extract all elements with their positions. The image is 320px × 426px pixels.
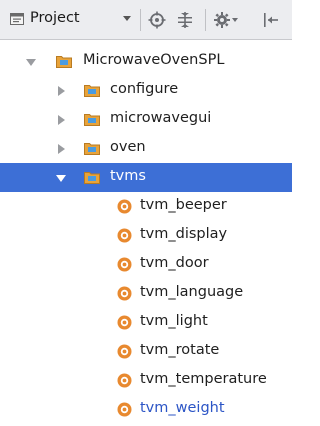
tree-node-file[interactable]: tvm_weight xyxy=(0,395,292,424)
toolbar-separator xyxy=(205,9,206,31)
class-o-icon xyxy=(117,286,132,301)
tree-node-root[interactable]: MicrowaveOvenSPL xyxy=(0,47,292,76)
collapse-arrow-icon[interactable] xyxy=(58,115,65,125)
tree-node-file[interactable]: tvm_rotate xyxy=(0,337,292,366)
tree-node-folder[interactable]: microwavegui xyxy=(0,105,292,134)
tree-node-label: tvm_language xyxy=(140,284,244,300)
collapse-arrow-icon[interactable] xyxy=(58,144,65,154)
settings-gear-icon[interactable] xyxy=(213,11,238,29)
tree-node-file[interactable]: tvm_door xyxy=(0,250,292,279)
tree-node-label: configure xyxy=(110,81,179,97)
tree-node-label: microwavegui xyxy=(110,110,212,126)
package-folder-icon xyxy=(84,170,100,184)
class-o-icon xyxy=(117,315,132,330)
package-folder-icon xyxy=(84,83,100,97)
tree-node-label: tvm_display xyxy=(140,226,228,242)
tree-node-label: tvm_light xyxy=(140,313,208,329)
expand-arrow-icon[interactable] xyxy=(26,59,36,66)
scroll-from-source-icon[interactable] xyxy=(148,11,166,29)
toolbar-separator xyxy=(140,9,141,31)
tree-node-label: tvm_weight xyxy=(140,400,225,416)
expand-arrow-icon[interactable] xyxy=(56,175,66,182)
class-o-icon xyxy=(117,257,132,272)
hide-panel-icon[interactable] xyxy=(262,11,280,29)
tree-node-file[interactable]: tvm_language xyxy=(0,279,292,308)
tree-node-folder[interactable]: oven xyxy=(0,134,292,163)
tree-node-file[interactable]: tvm_display xyxy=(0,221,292,250)
dropdown-arrow-icon[interactable] xyxy=(123,16,131,21)
class-o-icon xyxy=(117,199,132,214)
tree-node-label: oven xyxy=(110,139,146,155)
tree-node-folder[interactable]: configure xyxy=(0,76,292,105)
tree-node-label: tvm_temperature xyxy=(140,371,267,387)
tree-node-label: tvm_door xyxy=(140,255,209,271)
class-o-icon xyxy=(117,402,132,417)
collapse-arrow-icon[interactable] xyxy=(58,86,65,96)
project-toolbar: Project xyxy=(0,0,292,40)
project-view-label[interactable]: Project xyxy=(30,10,80,26)
class-o-icon xyxy=(117,344,132,359)
project-view-icon[interactable] xyxy=(10,13,24,25)
tree-node-folder-selected[interactable]: tvms xyxy=(0,163,292,192)
collapse-all-icon[interactable] xyxy=(176,11,194,29)
tree-node-file[interactable]: tvm_temperature xyxy=(0,366,292,395)
tree-node-label: tvms xyxy=(110,168,146,184)
tree-node-label: tvm_beeper xyxy=(140,197,227,213)
package-folder-icon xyxy=(84,141,100,155)
tree-node-file[interactable]: tvm_light xyxy=(0,308,292,337)
class-o-icon xyxy=(117,228,132,243)
class-o-icon xyxy=(117,373,132,388)
package-folder-icon xyxy=(84,112,100,126)
module-folder-icon xyxy=(56,54,72,68)
tree-node-label: tvm_rotate xyxy=(140,342,220,358)
tree-node-file[interactable]: tvm_beeper xyxy=(0,192,292,221)
tree-node-label: MicrowaveOvenSPL xyxy=(83,52,225,68)
